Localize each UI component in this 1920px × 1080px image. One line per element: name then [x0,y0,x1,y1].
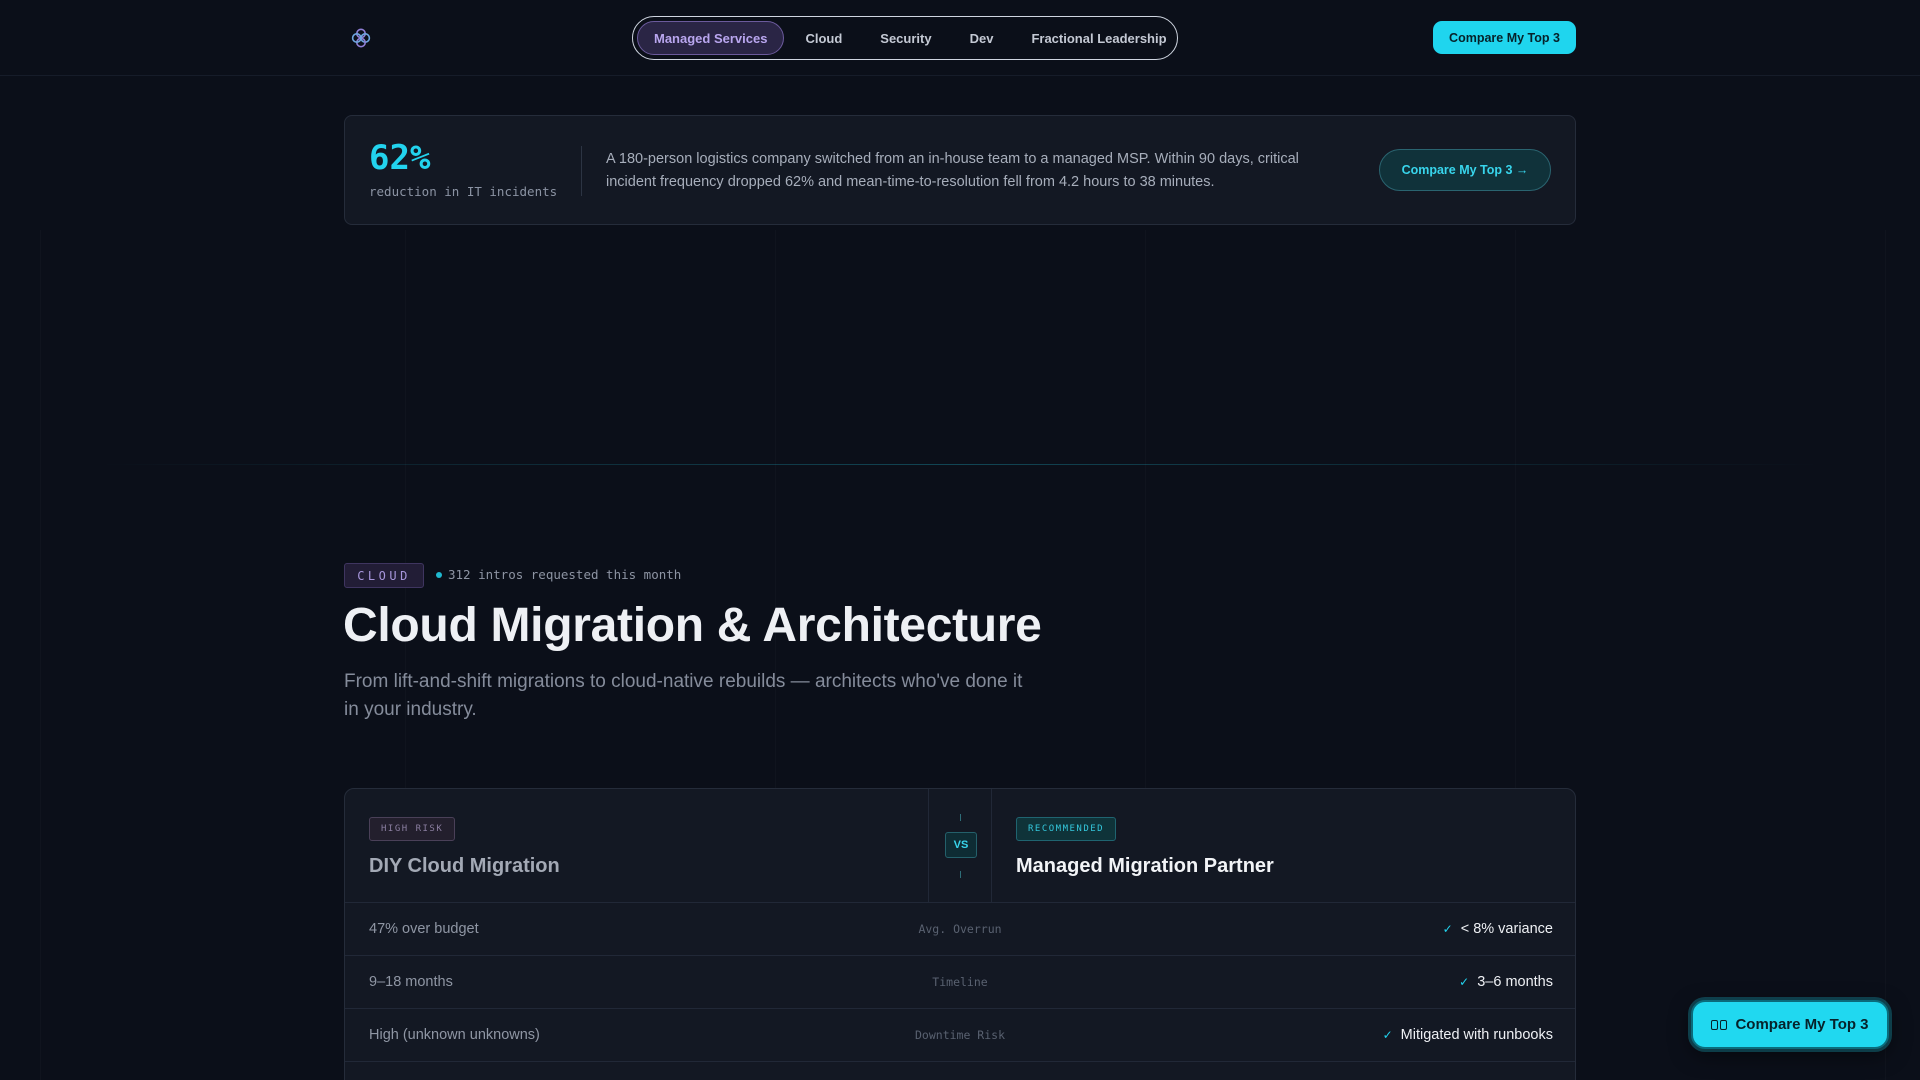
vs-column: VS [928,789,992,903]
managed-value-text: Mitigated with runbooks [1400,1027,1553,1043]
check-icon: ✓ [1382,1028,1393,1042]
stat-value: 62% [369,138,431,178]
floating-compare-button[interactable]: Compare My Top 3 [1691,1000,1889,1049]
managed-value-text: < 8% variance [1460,921,1553,937]
check-icon: ✓ [1442,922,1453,936]
diy-value: High (unknown unknowns) [369,1027,540,1043]
table-row: 9–18 months Timeline ✓ 3–6 months [345,956,1575,1009]
managed-title: Managed Migration Partner [1016,855,1274,877]
flower-logo-icon[interactable] [350,27,372,49]
nav-item-managed-services[interactable]: Managed Services [637,21,785,55]
managed-value: ✓ < 8% variance [1443,921,1553,937]
managed-value: ✓ Mitigated with runbooks [1383,1027,1553,1043]
case-study-text: A 180-person logistics company switched … [606,151,1299,190]
metric-label: Downtime Risk [915,1028,1006,1042]
nav-item-dev[interactable]: Dev [953,21,1011,55]
high-risk-tag: HIGH RISK [369,817,456,841]
managed-column-header: RECOMMENDED Managed Migration Partner [992,789,1575,903]
page-title: Cloud Migration & Architecture [343,599,1042,652]
managed-value-text: 3–6 months [1477,974,1553,990]
nav-item-fractional-leadership[interactable]: Fractional Leadership [1014,21,1183,55]
vs-connector [960,814,961,821]
top-nav: Managed Services Cloud Security Dev Frac… [0,0,1920,76]
live-dot-icon [436,571,442,578]
nav-compare-button[interactable]: Compare My Top 3 [1433,21,1576,54]
category-badge: CLOUD [344,563,424,588]
metric-label: Timeline [932,975,988,989]
page-subtitle: From lift-and-shift migrations to cloud-… [344,671,1023,720]
case-study-compare-button[interactable]: Compare My Top 3 → [1379,149,1551,191]
check-icon: ✓ [1459,975,1470,989]
diy-value: 9–18 months [369,974,453,990]
compare-icon [1711,1019,1728,1030]
diy-value: 47% over budget [369,921,479,937]
section-divider [100,464,1820,465]
recommended-tag: RECOMMENDED [1016,817,1117,841]
managed-value: ✓ 3–6 months [1459,974,1553,990]
nav-tabs: Managed Services Cloud Security Dev Frac… [632,16,1178,60]
stat-label: reduction in IT incidents [369,184,558,199]
comparison-header: HIGH RISK DIY Cloud Migration VS RECOMME… [345,789,1575,903]
case-study-card: 62% reduction in IT incidents A 180-pers… [344,115,1576,225]
comparison-table: HIGH RISK DIY Cloud Migration VS RECOMME… [344,788,1576,1080]
intro-counter: 312 intros requested this month [436,567,681,582]
diy-title: DIY Cloud Migration [369,855,560,877]
nav-item-security[interactable]: Security [863,21,948,55]
metric-label: Avg. Overrun [918,922,1002,936]
intro-counter-text: 312 intros requested this month [448,567,682,582]
vs-badge: VS [945,832,977,858]
stat-divider [581,146,582,196]
vs-connector [960,871,961,878]
diy-column-header: HIGH RISK DIY Cloud Migration [345,789,928,903]
table-row: 47% over budget Avg. Overrun ✓ < 8% vari… [345,903,1575,956]
table-row: High (unknown unknowns) Downtime Risk ✓ … [345,1009,1575,1062]
nav-item-cloud[interactable]: Cloud [788,21,859,55]
floating-compare-label: Compare My Top 3 [1735,1016,1869,1033]
